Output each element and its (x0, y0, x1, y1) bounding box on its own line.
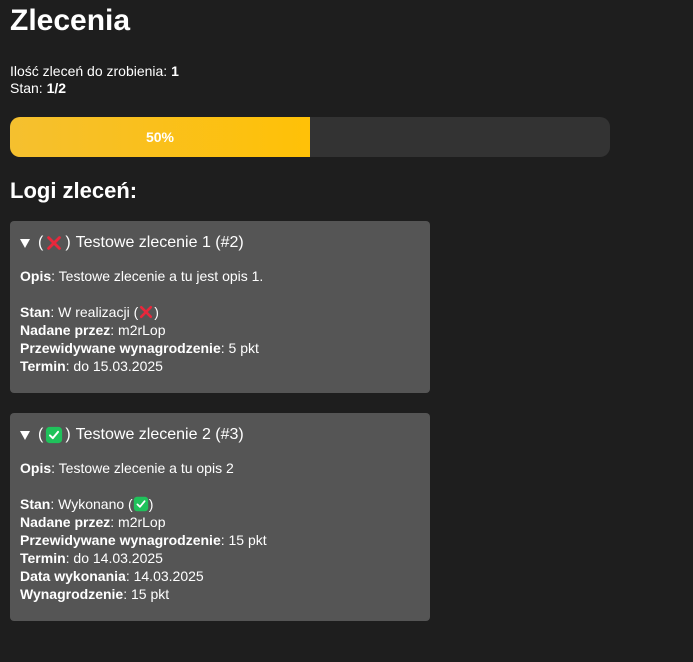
close-paren: ) (65, 426, 71, 443)
deadline-label: Termin (20, 358, 66, 374)
progress-label: 50% (145, 129, 175, 145)
open-paren: ( (38, 426, 44, 443)
logs-title: Logi zleceń: (10, 178, 138, 203)
description-label: Opis (20, 268, 52, 284)
disclosure-triangle-icon[interactable] (20, 431, 30, 440)
log-entry-toggle[interactable]: ( ) Testowe zlecenie 2 (#3) (20, 423, 420, 447)
todo-count-line: Ilość zleceń do zrobienia: 1 (10, 63, 683, 80)
state-label: Stan (20, 304, 51, 320)
page-title: Zlecenia (10, 4, 131, 37)
red-cross-icon (140, 305, 153, 319)
given-by-label: Nadane przez (20, 514, 111, 530)
reward-label: Wynagrodzenie (20, 586, 124, 602)
state-line: Stan: 1/2 (10, 80, 683, 97)
expected-reward-value: : 5 pkt (220, 340, 259, 356)
state-close-paren: ) (148, 496, 154, 512)
state-value: 1/2 (46, 80, 67, 96)
description-value: : Testowe zlecenie a tu jest opis 1. (51, 268, 264, 284)
todo-count-label: Ilość zleceń do zrobienia: (10, 63, 168, 79)
summary: Ilość zleceń do zrobienia: 1 Stan: 1/2 (10, 63, 683, 97)
log-entry: ( ) Testowe zlecenie 2 (#3) Opis: Testow… (10, 413, 430, 621)
state-label: Stan (20, 496, 51, 512)
completion-date-value: : 14.03.2025 (125, 568, 204, 584)
expected-reward-value: : 15 pkt (220, 532, 267, 548)
completion-date-label: Data wykonania (20, 568, 126, 584)
expected-reward-label: Przewidywane wynagrodzenie (20, 340, 221, 356)
disclosure-triangle-icon[interactable] (20, 239, 30, 248)
deadline-value: : do 14.03.2025 (65, 550, 163, 566)
green-check-icon (133, 496, 148, 512)
reward-value: : 15 pkt (123, 586, 170, 602)
log-entry-title: Testowe zlecenie 1 (#2) (75, 234, 244, 251)
log-entry: ( ) Testowe zlecenie 1 (#2) Opis: Testow… (10, 221, 430, 393)
description-value: : Testowe zlecenie a tu opis 2 (51, 460, 234, 476)
state-value: : W realizacji ( (50, 304, 139, 320)
deadline-label: Termin (20, 550, 66, 566)
state-label: Stan: (10, 80, 43, 96)
state-value: : Wykonano ( (50, 496, 133, 512)
expected-reward-label: Przewidywane wynagrodzenie (20, 532, 221, 548)
log-entry-toggle[interactable]: ( ) Testowe zlecenie 1 (#2) (20, 231, 420, 255)
log-entry-details: Opis: Testowe zlecenie a tu jest opis 1.… (20, 267, 420, 375)
description-label: Opis (20, 460, 52, 476)
green-check-icon (46, 426, 63, 444)
red-cross-icon (47, 236, 62, 250)
page: Zlecenia Ilość zleceń do zrobienia: 1 St… (0, 0, 693, 621)
open-paren: ( (38, 234, 44, 251)
given-by-label: Nadane przez (20, 322, 111, 338)
log-entry-details: Opis: Testowe zlecenie a tu opis 2 Stan:… (20, 459, 420, 603)
log-entry-title: Testowe zlecenie 2 (#3) (75, 426, 244, 443)
todo-count-value: 1 (171, 63, 179, 79)
progress-fill: 50% (10, 117, 310, 157)
state-close-paren: ) (154, 304, 159, 320)
close-paren: ) (65, 234, 71, 251)
progress-bar: 50% (10, 117, 610, 157)
given-by-value: : m2rLop (110, 322, 166, 338)
given-by-value: : m2rLop (110, 514, 166, 530)
deadline-value: : do 15.03.2025 (65, 358, 163, 374)
